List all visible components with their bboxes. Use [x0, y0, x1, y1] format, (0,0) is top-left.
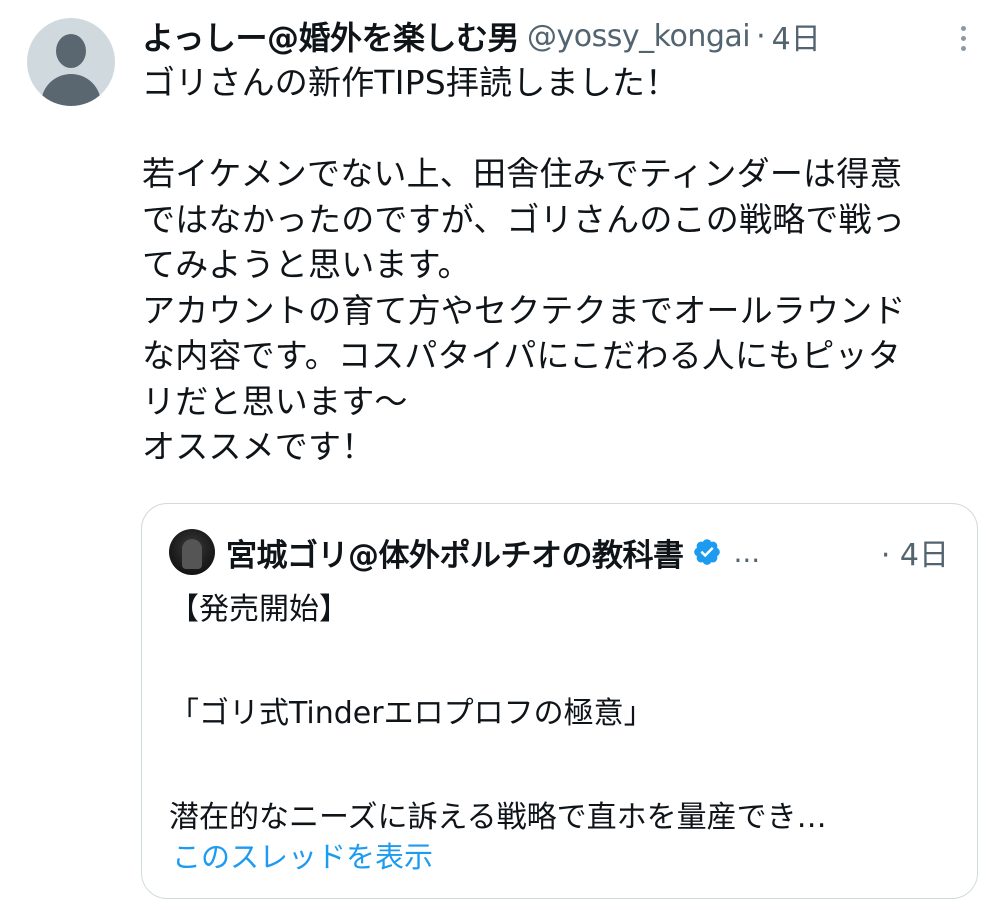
verified-badge-icon	[692, 537, 722, 567]
avatar-placeholder-head	[56, 34, 86, 68]
more-vertical-icon[interactable]	[948, 20, 978, 56]
quoted-tweet-text: 【発売開始】 「ゴリ式Tinderエロプロフの極意」 潜在的なニーズに訴える戦略…	[169, 592, 827, 835]
author-display-name[interactable]: よっしー@婚外を楽しむ男	[142, 13, 520, 59]
quoted-tweet-header: 宮城ゴリ@体外ポルチオの教科書 ...	[226, 526, 760, 578]
quoted-tweet[interactable]: 宮城ゴリ@体外ポルチオの教科書 ... · 4日 【発売開始】 「ゴリ式Tind…	[141, 503, 978, 899]
author-handle[interactable]: @yossy_kongai	[527, 19, 751, 54]
avatar[interactable]	[27, 18, 115, 106]
separator-dot: ·	[756, 18, 766, 54]
quoted-author-truncation: ...	[733, 535, 761, 569]
show-thread-link[interactable]: このスレッドを表示	[172, 834, 433, 876]
quoted-author-display-name[interactable]: 宮城ゴリ@体外ポルチオの教科書	[226, 530, 684, 575]
tweet-timestamp[interactable]: 4日	[772, 14, 821, 58]
tweet-text: ゴリさんの新作TIPS拝読しました！ 若イケメンでない上、田舎住みでティンダーは…	[142, 63, 906, 466]
quoted-tweet-timestamp[interactable]: · 4日	[881, 526, 949, 578]
quoted-author-avatar[interactable]	[169, 529, 215, 575]
tweet-header: よっしー@婚外を楽しむ男 @yossy_kongai · 4日	[142, 14, 821, 58]
avatar-placeholder-body	[41, 74, 101, 106]
